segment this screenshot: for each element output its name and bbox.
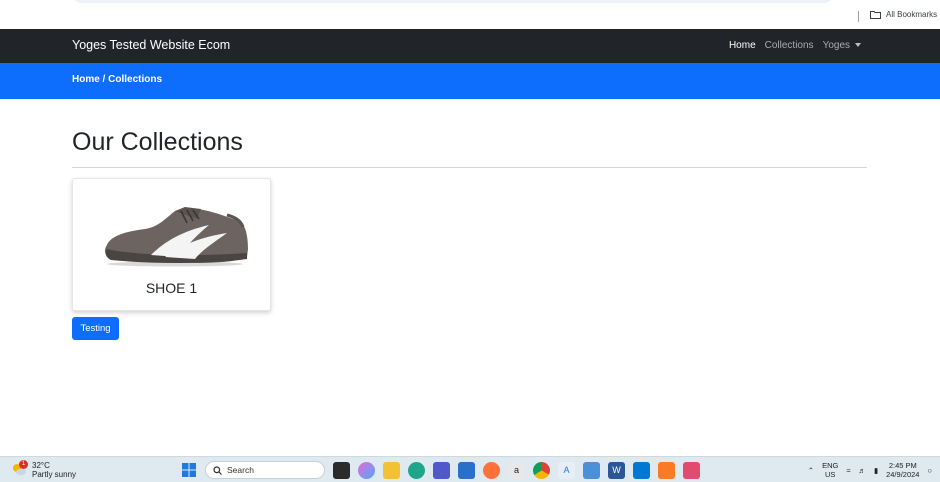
taskbar: 1 32°C Partly sunny Search a A W ⌃ ENG U… bbox=[0, 456, 940, 482]
language-indicator[interactable]: ENG US bbox=[822, 461, 838, 479]
address-bar[interactable] bbox=[72, 0, 834, 3]
clock-date: 24/9/2024 bbox=[886, 470, 920, 479]
chevron-up-icon[interactable]: ⌃ bbox=[808, 466, 814, 475]
caret-down-icon bbox=[855, 43, 861, 48]
title-divider bbox=[72, 167, 867, 168]
snipping-tool-icon[interactable] bbox=[683, 461, 700, 479]
taskbar-apps: Search a A W bbox=[180, 461, 700, 479]
weather-badge: 1 bbox=[19, 460, 28, 469]
notepad-icon[interactable] bbox=[583, 461, 600, 479]
app-icon[interactable]: A bbox=[558, 461, 575, 479]
search-icon bbox=[213, 465, 222, 475]
nav-home[interactable]: Home bbox=[729, 40, 756, 51]
nav-links: Home Collections Yoges bbox=[729, 40, 861, 51]
firefox-icon[interactable] bbox=[483, 461, 500, 479]
word-icon[interactable]: W bbox=[608, 461, 625, 479]
weather-desc: Partly sunny bbox=[32, 470, 77, 479]
teams-icon[interactable] bbox=[433, 461, 450, 479]
taskbar-search[interactable]: Search bbox=[205, 461, 325, 479]
lang-bottom: US bbox=[824, 470, 836, 479]
navbar: Yoges Tested Website Ecom Home Collectio… bbox=[0, 29, 940, 63]
nav-collections[interactable]: Collections bbox=[765, 40, 814, 51]
shoe-image bbox=[104, 207, 248, 267]
collection-card[interactable]: SHOE 1 bbox=[72, 178, 271, 311]
windows-start-icon[interactable] bbox=[180, 462, 197, 479]
system-tray: ⌃ ENG US ≈ ♬ ▮ 2:45 PM 24/9/2024 ○ bbox=[808, 461, 932, 479]
file-explorer-icon[interactable] bbox=[383, 461, 400, 479]
search-label: Search bbox=[227, 465, 254, 475]
page-title: Our Collections bbox=[72, 128, 243, 156]
card-title: SHOE 1 bbox=[145, 280, 198, 296]
copilot-icon[interactable] bbox=[358, 461, 375, 479]
xampp-icon[interactable] bbox=[658, 461, 675, 479]
volume-icon[interactable]: ♬ bbox=[858, 466, 866, 475]
store-icon[interactable] bbox=[458, 461, 475, 479]
amazon-icon[interactable]: a bbox=[508, 461, 525, 479]
edge-icon[interactable] bbox=[408, 461, 425, 479]
testing-button[interactable]: Testing bbox=[72, 317, 119, 340]
nav-yoges-dropdown[interactable]: Yoges bbox=[823, 40, 861, 51]
breadcrumb[interactable]: Home / Collections bbox=[72, 74, 162, 85]
browser-chrome: All Bookmarks bbox=[0, 0, 940, 29]
task-view-icon[interactable] bbox=[333, 461, 350, 479]
wifi-icon[interactable]: ≈ bbox=[846, 466, 850, 475]
weather-temp: 32°C bbox=[32, 461, 50, 470]
clock[interactable]: 2:45 PM 24/9/2024 bbox=[886, 461, 919, 479]
folder-icon bbox=[870, 11, 881, 19]
all-bookmarks-button[interactable]: All Bookmarks bbox=[870, 10, 937, 19]
lang-top: ENG bbox=[822, 461, 839, 470]
clock-time: 2:45 PM bbox=[888, 461, 917, 470]
all-bookmarks-label: All Bookmarks bbox=[886, 10, 938, 19]
brand-link[interactable]: Yoges Tested Website Ecom bbox=[72, 38, 230, 52]
notification-bell-icon[interactable]: ○ bbox=[927, 466, 932, 475]
battery-icon[interactable]: ▮ bbox=[874, 466, 878, 475]
nav-yoges-label: Yoges bbox=[822, 40, 850, 51]
chrome-icon[interactable] bbox=[533, 461, 550, 479]
vscode-icon[interactable] bbox=[633, 461, 650, 479]
breadcrumb-bar: Home / Collections bbox=[0, 63, 940, 99]
weather-widget[interactable]: 1 32°C Partly sunny bbox=[11, 460, 77, 479]
bookmarks-divider bbox=[858, 11, 859, 22]
